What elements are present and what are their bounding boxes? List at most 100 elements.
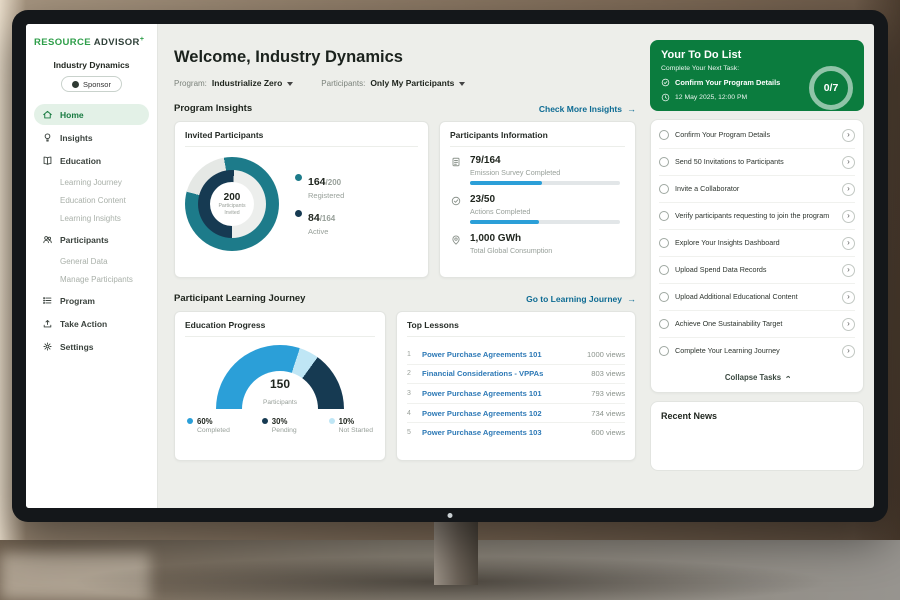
task-checkbox[interactable] [659, 346, 669, 356]
lesson-link[interactable]: Power Purchase Agreements 102 [422, 409, 584, 418]
active-dot [295, 210, 302, 217]
program-insights-header: Program Insights Check More Insights [174, 103, 636, 114]
top-lessons-card: Top Lessons 1 Power Purchase Agreements … [396, 311, 636, 461]
invited-participants-card: Invited Participants 200 Participants In… [174, 121, 429, 278]
book-icon [42, 155, 53, 166]
sidebar-item-program[interactable]: Program [34, 290, 149, 311]
legend-not-started: 10% Not Started [329, 417, 373, 434]
participants-label: Participants: [321, 79, 365, 88]
action-icon [42, 318, 53, 329]
collapse-tasks-button[interactable]: Collapse Tasks [659, 364, 855, 390]
chevron-right-icon[interactable] [842, 183, 855, 196]
participants-information-card: Participants Information 79/164 Emission… [439, 121, 636, 278]
stat-emission-survey: 79/164 Emission Survey Completed [450, 155, 625, 185]
task-row[interactable]: Upload Additional Educational Content [659, 284, 855, 311]
legend-pending: 30% Pending [262, 417, 297, 434]
lesson-link[interactable]: Power Purchase Agreements 101 [422, 389, 584, 398]
insights-cards-row: Invited Participants 200 Participants In… [174, 121, 636, 278]
program-select[interactable]: Program: Industrialize Zero [174, 78, 293, 88]
donut-center: 200 Participants Invited [210, 182, 254, 226]
task-row[interactable]: Send 50 Invitations to Participants [659, 149, 855, 176]
stat-actions-completed: 23/50 Actions Completed [450, 194, 625, 224]
task-checkbox[interactable] [659, 265, 669, 275]
go-to-learning-journey-link[interactable]: Go to Learning Journey [526, 294, 636, 304]
sidebar-item-education-content[interactable]: Education Content [34, 191, 149, 209]
chevron-right-icon[interactable] [842, 129, 855, 142]
card-title-info: Participants Information [450, 130, 625, 147]
progress-bar [470, 220, 620, 224]
section-title-program-insights: Program Insights [174, 103, 252, 114]
sidebar-item-insights[interactable]: Insights [34, 127, 149, 148]
sidebar-item-education[interactable]: Education [34, 150, 149, 171]
task-row[interactable]: Explore Your Insights Dashboard [659, 230, 855, 257]
sidebar-item-home[interactable]: Home [34, 104, 149, 125]
card-title-education: Education Progress [185, 320, 375, 337]
sidebar-item-settings[interactable]: Settings [34, 336, 149, 357]
sidebar: RESOURCE ADVISOR+ Industry Dynamics Spon… [26, 24, 158, 508]
lesson-row: 4 Power Purchase Agreements 102 734 view… [407, 404, 625, 424]
chevron-right-icon[interactable] [842, 318, 855, 331]
task-checkbox[interactable] [659, 211, 669, 221]
people-icon [42, 234, 53, 245]
monitor-stand [434, 515, 478, 585]
card-title-invited: Invited Participants [185, 130, 418, 147]
legend-registered: 164/200 Registered [295, 172, 344, 200]
task-checkbox[interactable] [659, 319, 669, 329]
task-checkbox[interactable] [659, 184, 669, 194]
task-row[interactable]: Verify participants requesting to join t… [659, 203, 855, 230]
sidebar-item-participants[interactable]: Participants [34, 229, 149, 250]
chevron-down-icon [459, 82, 465, 86]
lesson-link[interactable]: Financial Considerations - VPPAs [422, 369, 584, 378]
chevron-right-icon[interactable] [842, 345, 855, 358]
org-name: Industry Dynamics [34, 60, 149, 70]
chevron-right-icon[interactable] [842, 156, 855, 169]
check-circle-icon [450, 195, 462, 207]
todo-next-task[interactable]: Confirm Your Program Details [661, 78, 796, 87]
lesson-row: 1 Power Purchase Agreements 101 1000 vie… [407, 345, 625, 365]
task-checkbox[interactable] [659, 157, 669, 167]
survey-icon [450, 156, 462, 168]
task-row[interactable]: Confirm Your Program Details [659, 122, 855, 149]
task-row[interactable]: Upload Spend Data Records [659, 257, 855, 284]
sidebar-item-general-data[interactable]: General Data [34, 252, 149, 270]
gear-icon [42, 341, 53, 352]
invited-count: 200 [224, 192, 241, 203]
donut-outer-ring: 200 Participants Invited [185, 157, 279, 251]
todo-summary-card: Your To Do List Complete Your Next Task:… [650, 40, 864, 111]
task-row[interactable]: Invite a Collaborator [659, 176, 855, 203]
task-checkbox[interactable] [659, 130, 669, 140]
arrow-right-icon [627, 294, 636, 304]
sponsor-badge-label: Sponsor [83, 80, 111, 89]
task-row[interactable]: Complete Your Learning Journey [659, 338, 855, 364]
list-icon [42, 295, 53, 306]
task-checkbox[interactable] [659, 238, 669, 248]
logo-resource: RESOURCE [34, 37, 91, 48]
chevron-right-icon[interactable] [842, 264, 855, 277]
recent-news-card: Recent News [650, 401, 864, 471]
logo-advisor: ADVISOR [94, 37, 140, 48]
sidebar-nav: Home Insights Education Learning Journey… [34, 104, 149, 357]
todo-title: Your To Do List [661, 49, 853, 61]
chevron-up-icon [786, 372, 789, 382]
participants-select[interactable]: Participants: Only My Participants [321, 78, 465, 88]
power-led [448, 513, 453, 518]
participants-value: Only My Participants [370, 78, 454, 88]
sidebar-item-learning-journey[interactable]: Learning Journey [34, 173, 149, 191]
stat-global-consumption: 1,000 GWh Total Global Consumption [450, 233, 625, 259]
lesson-link[interactable]: Power Purchase Agreements 103 [422, 428, 584, 437]
task-row[interactable]: Achieve One Sustainability Target [659, 311, 855, 338]
sidebar-item-manage-participants[interactable]: Manage Participants [34, 270, 149, 288]
check-more-insights-link[interactable]: Check More Insights [539, 104, 636, 114]
chevron-right-icon[interactable] [842, 291, 855, 304]
chevron-right-icon[interactable] [842, 210, 855, 223]
scene: RESOURCE ADVISOR+ Industry Dynamics Spon… [0, 0, 900, 600]
card-title-top-lessons: Top Lessons [407, 320, 625, 337]
chevron-right-icon[interactable] [842, 237, 855, 250]
progress-bar-fill [470, 220, 539, 224]
lesson-link[interactable]: Power Purchase Agreements 101 [422, 350, 580, 359]
sidebar-item-take-action[interactable]: Take Action [34, 313, 149, 334]
sidebar-item-learning-insights[interactable]: Learning Insights [34, 209, 149, 227]
app-logo: RESOURCE ADVISOR+ [34, 36, 149, 48]
task-checkbox[interactable] [659, 292, 669, 302]
registered-dot [295, 174, 302, 181]
